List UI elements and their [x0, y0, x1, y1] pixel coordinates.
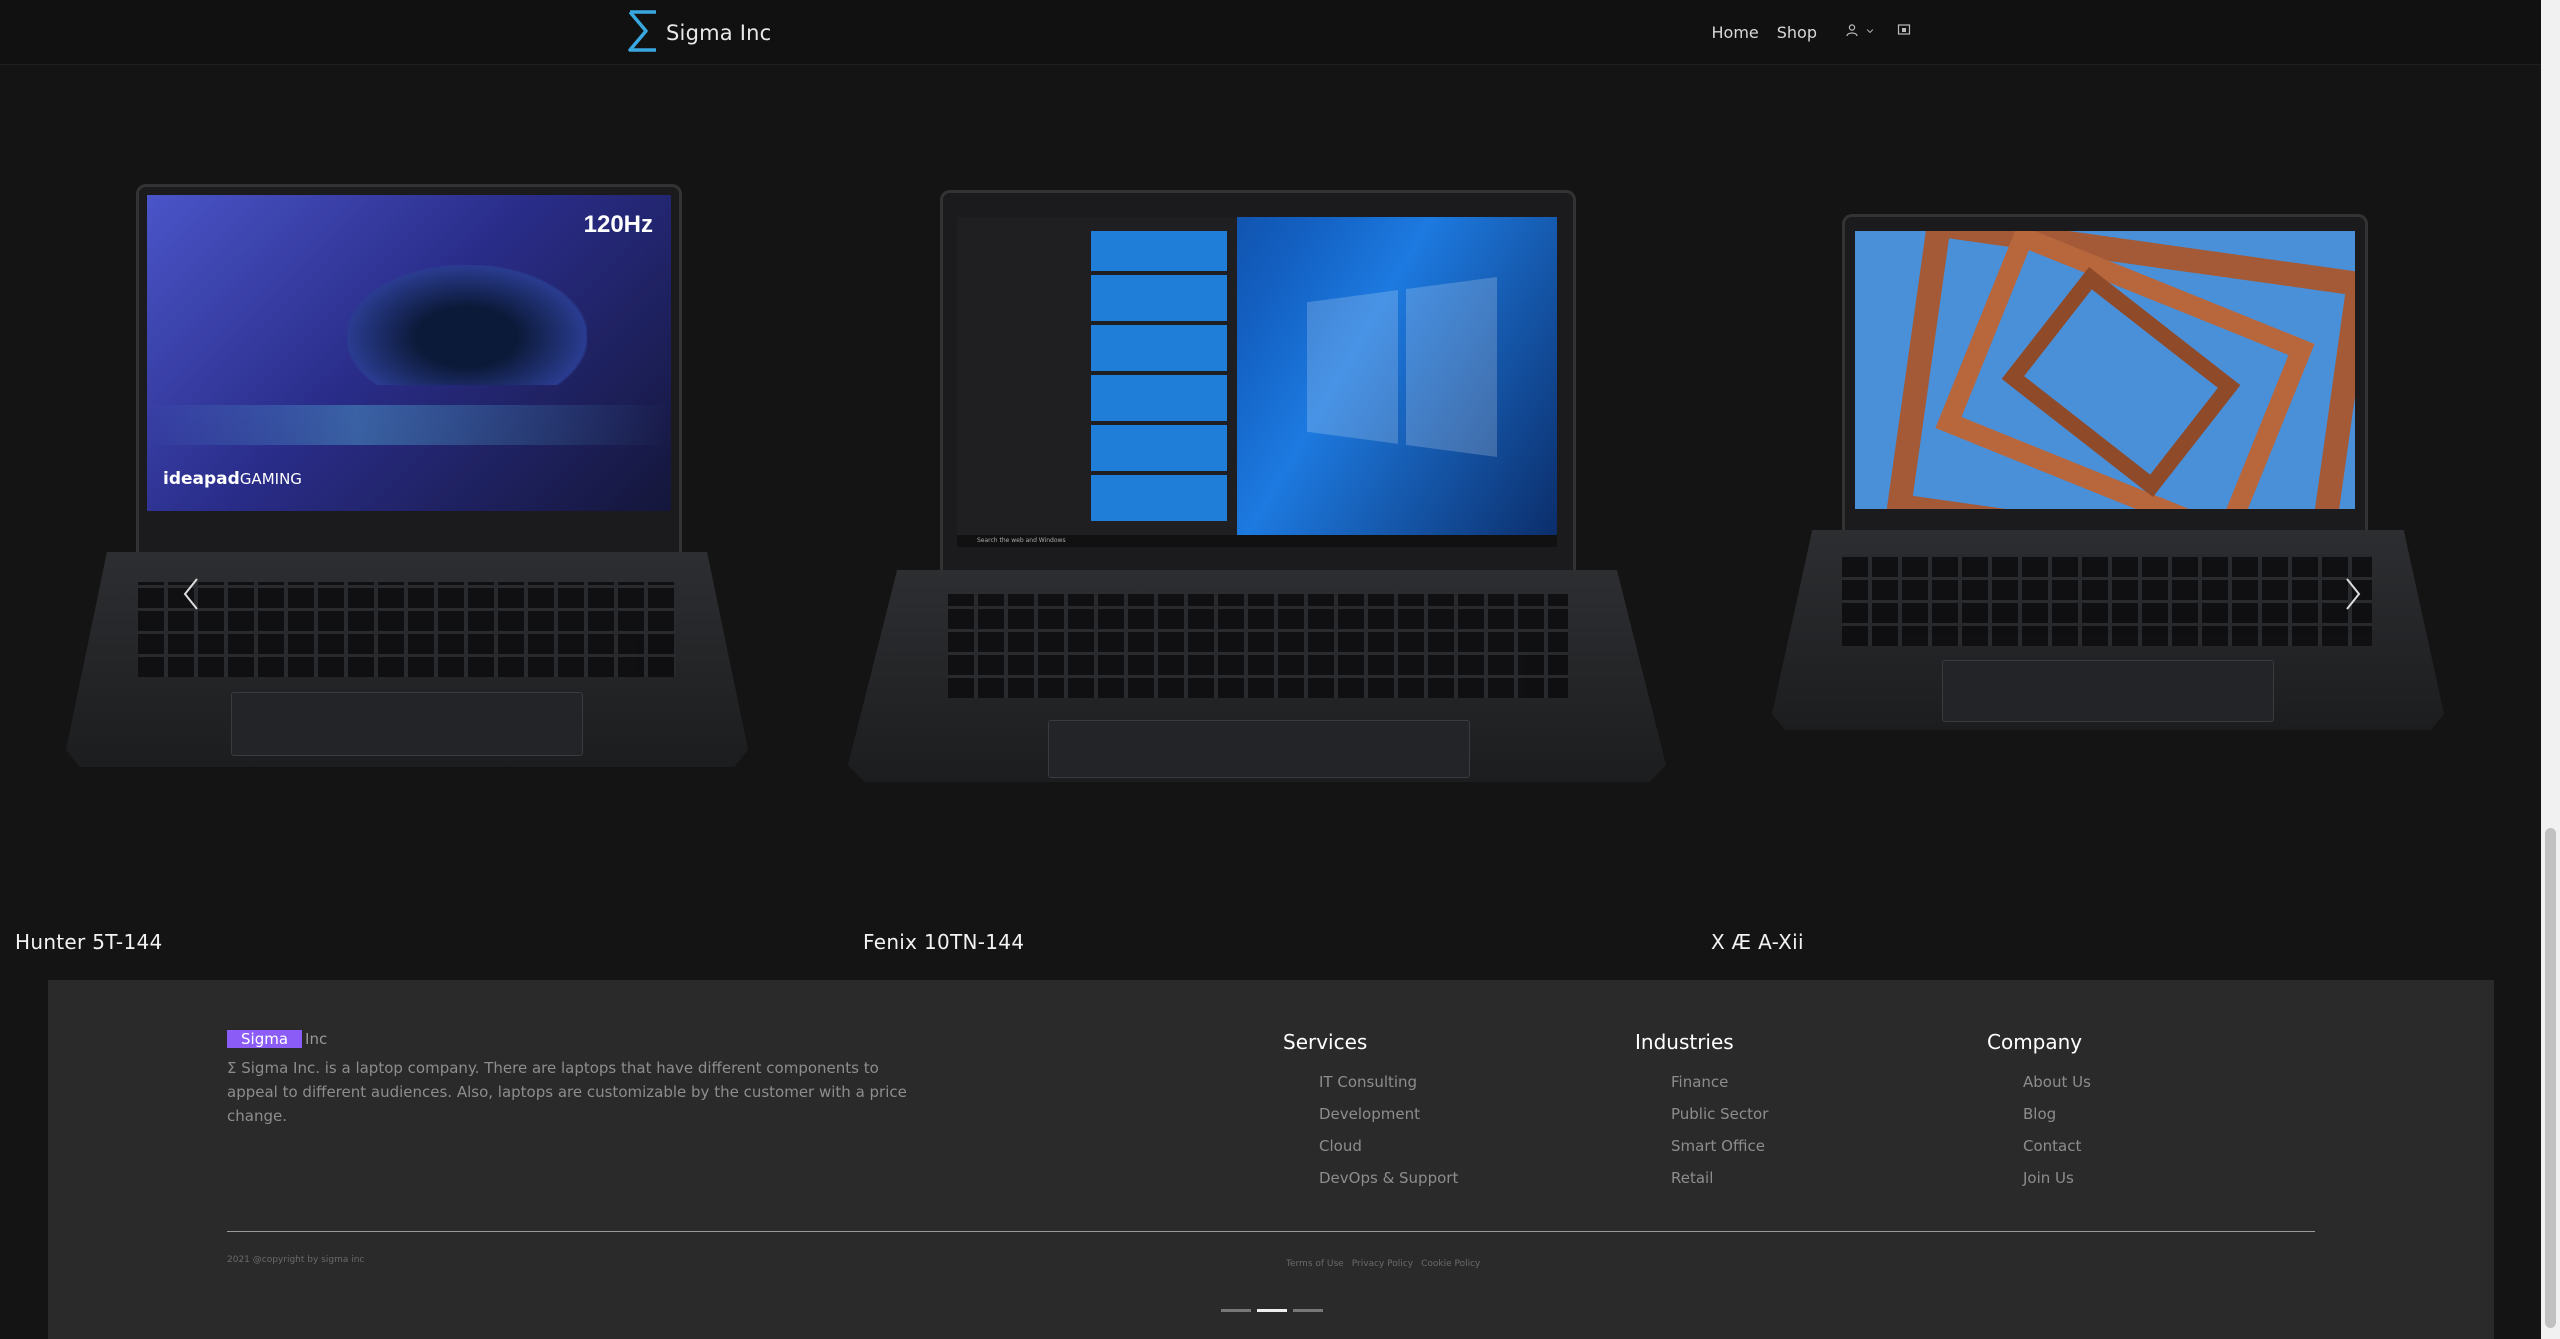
product-card[interactable]: 120Hz ideapadGAMING Hunter 5T-144: [0, 64, 846, 964]
product-name[interactable]: Fenix 10TN-144: [863, 930, 1024, 954]
footer-logo-rest: Inc: [305, 1030, 328, 1048]
sigma-logo-icon: [626, 9, 662, 57]
footer-divider: [227, 1231, 2315, 1232]
navbar: Sigma Inc Home Shop: [0, 0, 2541, 65]
display-icon: [1897, 23, 1911, 41]
user-menu-button[interactable]: [1845, 23, 1875, 41]
footer-link[interactable]: Public Sector: [1671, 1098, 1768, 1130]
user-icon: [1845, 23, 1859, 41]
chevron-left-icon: [181, 576, 201, 616]
footer-link[interactable]: Retail: [1671, 1162, 1768, 1194]
carousel-indicator-2[interactable]: [1257, 1309, 1287, 1312]
screen-refresh-label: 120Hz: [583, 211, 653, 238]
footer-column-industries: Industries Finance Public Sector Smart O…: [1635, 1030, 1768, 1194]
footer: Sigma Inc Σ Sigma Inc. is a laptop compa…: [48, 980, 2494, 1339]
product-card[interactable]: X Æ A-Xii: [1692, 64, 2541, 964]
page-scrollbar-thumb[interactable]: [2545, 828, 2556, 1328]
footer-column-title: Industries: [1635, 1030, 1734, 1054]
footer-link[interactable]: Development: [1319, 1098, 1458, 1130]
screen-brand-label: ideapadGAMING: [163, 469, 302, 489]
footer-logo[interactable]: Sigma Inc: [227, 1030, 327, 1048]
brand-link[interactable]: Sigma Inc: [626, 9, 772, 57]
product-image-hunter: 120Hz ideapadGAMING: [0, 184, 846, 884]
nav-home-link[interactable]: Home: [1712, 23, 1759, 42]
footer-column-company: Company About Us Blog Contact Join Us: [1987, 1030, 2091, 1194]
footer-column-title: Company: [1987, 1030, 2083, 1054]
carousel-prev-button[interactable]: [174, 574, 208, 618]
footer-link[interactable]: DevOps & Support: [1319, 1162, 1458, 1194]
product-card[interactable]: Search the web and Windows Fenix 10TN-14…: [846, 64, 1692, 964]
product-image-fenix: Search the web and Windows: [846, 184, 1692, 884]
footer-link[interactable]: About Us: [2023, 1066, 2091, 1098]
footer-link[interactable]: Finance: [1671, 1066, 1768, 1098]
product-carousel: 120Hz ideapadGAMING Hunter 5T-144 Search…: [0, 64, 2541, 964]
footer-copyright: 2021 @copyright by sigma inc: [227, 1255, 365, 1265]
taskbar-search: Search the web and Windows: [977, 537, 1066, 544]
footer-link[interactable]: Blog: [2023, 1098, 2091, 1130]
privacy-link[interactable]: Privacy Policy: [1352, 1259, 1413, 1269]
cookie-link[interactable]: Cookie Policy: [1421, 1259, 1480, 1269]
footer-link[interactable]: Cloud: [1319, 1130, 1458, 1162]
chevron-down-icon: [1865, 25, 1875, 40]
footer-column-services: Services IT Consulting Development Cloud…: [1283, 1030, 1458, 1194]
product-name[interactable]: Hunter 5T-144: [15, 930, 163, 954]
footer-logo-highlight: Sigma: [227, 1030, 303, 1048]
product-image-xaexii: [1692, 184, 2541, 884]
footer-link[interactable]: IT Consulting: [1319, 1066, 1458, 1098]
footer-legal-links: Terms of Use Privacy Policy Cookie Polic…: [1286, 1259, 1480, 1269]
carousel-indicator-1[interactable]: [1221, 1309, 1251, 1312]
carousel-indicators: [1221, 1309, 1323, 1312]
carousel-next-button[interactable]: [2336, 574, 2370, 618]
footer-link[interactable]: Contact: [2023, 1130, 2091, 1162]
nav-links: Home Shop: [1712, 0, 1912, 64]
carousel-indicator-3[interactable]: [1293, 1309, 1323, 1312]
terms-link[interactable]: Terms of Use: [1286, 1259, 1344, 1269]
footer-description: Σ Sigma Inc. is a laptop company. There …: [227, 1059, 907, 1125]
product-name[interactable]: X Æ A-Xii: [1711, 930, 1804, 954]
brand-name: Sigma Inc: [666, 21, 772, 45]
footer-column-title: Services: [1283, 1030, 1368, 1054]
nav-shop-link[interactable]: Shop: [1777, 23, 1817, 42]
chevron-right-icon: [2343, 576, 2363, 616]
display-button[interactable]: [1897, 23, 1911, 41]
footer-link[interactable]: Join Us: [2023, 1162, 2091, 1194]
footer-link[interactable]: Smart Office: [1671, 1130, 1768, 1162]
